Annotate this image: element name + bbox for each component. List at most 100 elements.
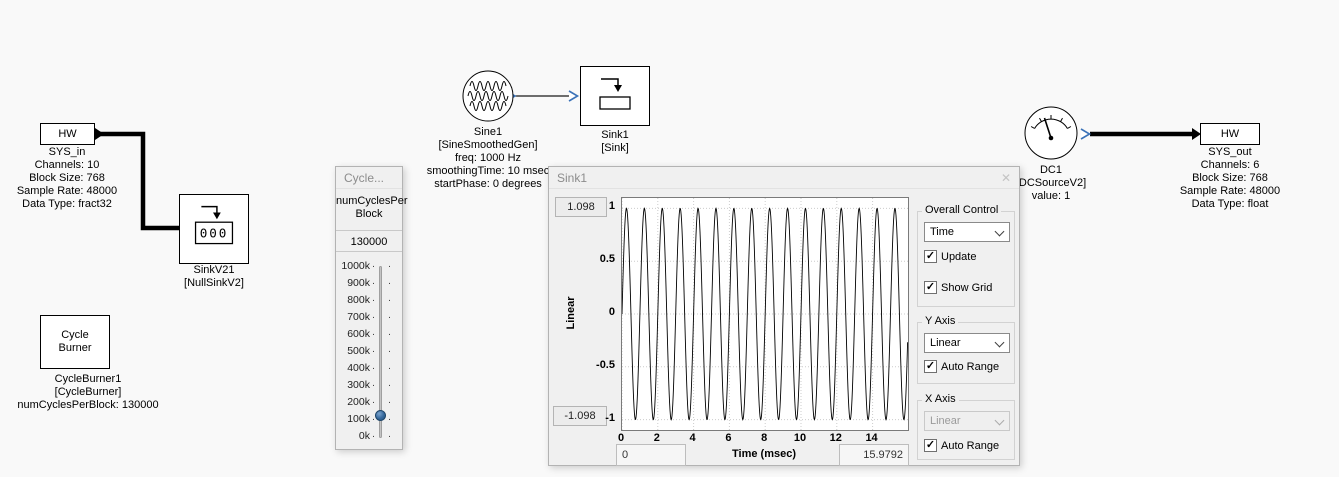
block-title-line: Cycle [61,329,89,342]
block-name: Sink1 [555,129,675,142]
x-axis-group: X Axis Linear ✓ Auto Range [917,400,1015,460]
checkbox-check-icon: ✓ [924,360,937,373]
x-tick-label: 2 [654,432,660,444]
slider-scale: 1000k·· 900k·· 800k·· 700k·· 600k·· 500k·· 400… [336,259,404,445]
checkbox-label: Auto Range [941,440,999,452]
block-info-line: Channels: 6 [1170,159,1290,172]
slider-scale-row: 900k·· [336,277,404,289]
x-axis-scale-select: Linear [924,411,1010,431]
dc1-output-arrow-icon [1081,129,1090,139]
x-tick-label: 4 [690,432,696,444]
checkbox-check-icon: ✓ [924,439,937,452]
null-sink-icon: 000 [180,195,248,263]
y-tick-label: -1 [549,412,615,424]
block-info-line: Channels: 10 [7,159,127,172]
y-tick-label: -0.5 [549,359,615,371]
block-info-line: Sample Rate: 48000 [7,185,127,198]
y-tick-labels: 1 0.5 0 -0.5 -1 [549,167,615,465]
overall-control-group: Overall Control Time ✓ Update ✓ Show Gri… [917,211,1015,307]
group-label: X Axis [922,393,959,405]
slider-scale-row: 100k·· [336,413,404,425]
slider-scale-row: 200k·· [336,396,404,408]
hw-port-label: HW [58,128,76,140]
sinkv21-caption: SinkV21 [NullSinkV2] [144,264,284,290]
scope-trace [622,198,908,430]
slider-scale-row: 600k·· [336,328,404,340]
block-info-line: Sample Rate: 48000 [1170,185,1290,198]
x-min-field[interactable]: 0 [616,444,686,466]
block-info-line: smoothingTime: 10 msec [408,165,568,178]
block-dc1[interactable] [1024,106,1078,165]
slider-value-field[interactable]: 130000 [336,230,402,252]
slider-scale-row: 500k·· [336,345,404,357]
window-title: Cycle... [344,171,384,185]
update-checkbox[interactable]: ✓ Update [924,250,976,263]
block-info-line: Data Type: fract32 [7,198,127,211]
slider-scale-row: 400k·· [336,362,404,374]
y-axis-group: Y Axis Linear ✓ Auto Range [917,322,1015,384]
sink1-caption: Sink1 [Sink] [555,129,675,155]
group-label: Overall Control [922,204,1001,216]
x-tick-label: 6 [725,432,731,444]
slider-scale-row: 700k·· [336,311,404,323]
sine1-caption: Sine1 [SineSmoothedGen] freq: 1000 Hz sm… [408,126,568,191]
x-axis-title: Time (msec) [689,448,839,460]
hw-port-label: HW [1221,128,1239,140]
sine-wave-icon [462,70,514,122]
slider-scale-row: 1000k·· [336,260,404,272]
slider-scale-row: 800k·· [336,294,404,306]
x-max-field[interactable]: 15.9792 [839,444,909,466]
block-name: SYS_out [1170,146,1290,159]
slider-scale-row: 0k·· [336,430,404,442]
scope-window-titlebar[interactable]: Sink1 ✕ [549,167,1019,189]
block-type: [CycleBurner] [0,386,178,399]
block-info-line: startPhase: 0 degrees [408,178,568,191]
sink1-scope-window: Sink1 ✕ 1.098 -1.098 Linear 10.50-0.5-1 … [548,166,1020,466]
y-tick-label: 0 [549,306,615,318]
selected-value: Linear [930,337,961,349]
y-auto-range-checkbox[interactable]: ✓ Auto Range [924,360,999,373]
block-sine1[interactable] [462,70,514,127]
x-tick-label: 8 [761,432,767,444]
x-tick-label: 14 [865,432,877,444]
slider-scale-row: 300k·· [336,379,404,391]
close-icon[interactable]: ✕ [1001,167,1011,189]
checkbox-check-icon: ✓ [924,281,937,294]
block-sinkv21[interactable]: 000 [179,194,249,264]
slider-param-label: numCyclesPer Block [336,195,402,221]
cycleburner-caption: CycleBurner1 [CycleBurner] numCyclesPerB… [0,373,178,412]
gauge-icon [1024,106,1078,160]
block-info-line: Data Type: float [1170,198,1290,211]
sys-out-caption: SYS_out Channels: 6 Block Size: 768 Samp… [1170,146,1290,211]
y-axis-scale-select[interactable]: Linear [924,333,1010,353]
overall-control-select[interactable]: Time [924,222,1010,242]
block-type: [NullSinkV2] [144,277,284,290]
block-cycleburner[interactable]: Cycle Burner [40,315,110,369]
checkbox-label: Show Grid [941,282,992,294]
block-title-line: Burner [58,342,91,355]
block-diagram-canvas: HW SYS_in Channels: 10 Block Size: 768 S… [0,0,1339,477]
block-info-line: Block Size: 768 [1170,172,1290,185]
y-tick-label: 0.5 [549,253,615,265]
sink-icon [581,67,649,125]
block-name: Sine1 [408,126,568,139]
selected-value: Linear [930,415,961,427]
block-info-line: Block Size: 768 [7,172,127,185]
checkbox-label: Update [941,251,976,263]
block-info-line: freq: 1000 Hz [408,152,568,165]
x-auto-range-checkbox[interactable]: ✓ Auto Range [924,439,999,452]
selected-value: Time [930,226,954,238]
block-name: SYS_in [7,146,127,159]
x-tick-label: 12 [830,432,842,444]
block-type: [Sink] [555,142,675,155]
slider-window-titlebar[interactable]: Cycle... [336,167,402,189]
chevron-down-icon [995,338,1005,348]
y-tick-label: 1 [549,200,615,212]
block-sink1[interactable] [580,66,650,126]
show-grid-checkbox[interactable]: ✓ Show Grid [924,281,992,294]
block-sys-in[interactable]: HW [40,123,95,145]
block-sys-out[interactable]: HW [1200,123,1260,145]
checkbox-label: Auto Range [941,361,999,373]
x-tick-label: 10 [794,432,806,444]
block-name: CycleBurner1 [0,373,178,386]
